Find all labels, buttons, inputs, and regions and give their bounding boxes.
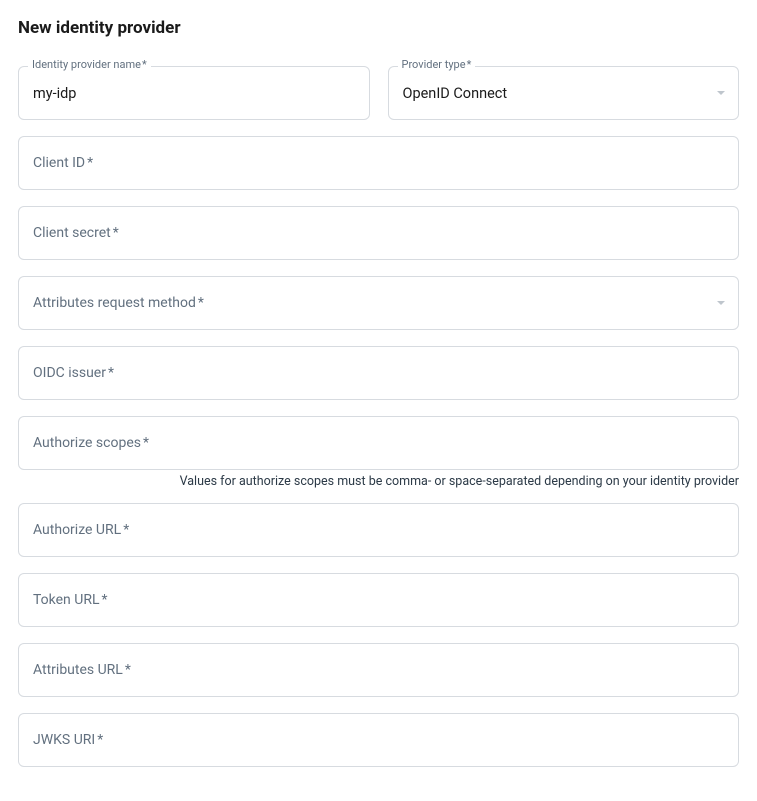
client-secret-input[interactable]: Client secret* bbox=[18, 206, 739, 260]
provider-type-label: Provider type* bbox=[398, 58, 476, 71]
jwks-uri-label: JWKS URI* bbox=[33, 732, 103, 748]
oidc-issuer-label: OIDC issuer* bbox=[33, 365, 114, 381]
authorize-scopes-label: Authorize scopes* bbox=[33, 435, 149, 451]
client-id-input[interactable]: Client ID* bbox=[18, 136, 739, 190]
attributes-url-input[interactable]: Attributes URL* bbox=[18, 643, 739, 697]
token-url-input[interactable]: Token URL* bbox=[18, 573, 739, 627]
authorize-scopes-input[interactable]: Authorize scopes* bbox=[18, 416, 739, 470]
provider-type-select[interactable]: OpenID Connect bbox=[388, 66, 740, 120]
attributes-url-label: Attributes URL* bbox=[33, 662, 131, 678]
jwks-uri-input[interactable]: JWKS URI* bbox=[18, 713, 739, 767]
idp-name-input[interactable] bbox=[18, 66, 370, 120]
attributes-request-method-select[interactable]: Attributes request method* bbox=[18, 276, 739, 330]
client-secret-label: Client secret* bbox=[33, 225, 119, 241]
token-url-label: Token URL* bbox=[33, 592, 108, 608]
authorize-url-input[interactable]: Authorize URL* bbox=[18, 503, 739, 557]
idp-name-field-wrapper: Identity provider name* bbox=[18, 66, 370, 120]
idp-name-label: Identity provider name* bbox=[28, 58, 151, 71]
authorize-url-label: Authorize URL* bbox=[33, 522, 129, 538]
client-id-label: Client ID* bbox=[33, 155, 93, 171]
authorize-scopes-helper: Values for authorize scopes must be comm… bbox=[18, 474, 739, 489]
provider-type-field-wrapper: Provider type* OpenID Connect bbox=[388, 66, 740, 120]
attributes-request-method-label: Attributes request method* bbox=[33, 295, 204, 311]
oidc-issuer-input[interactable]: OIDC issuer* bbox=[18, 346, 739, 400]
page-title: New identity provider bbox=[18, 18, 739, 38]
